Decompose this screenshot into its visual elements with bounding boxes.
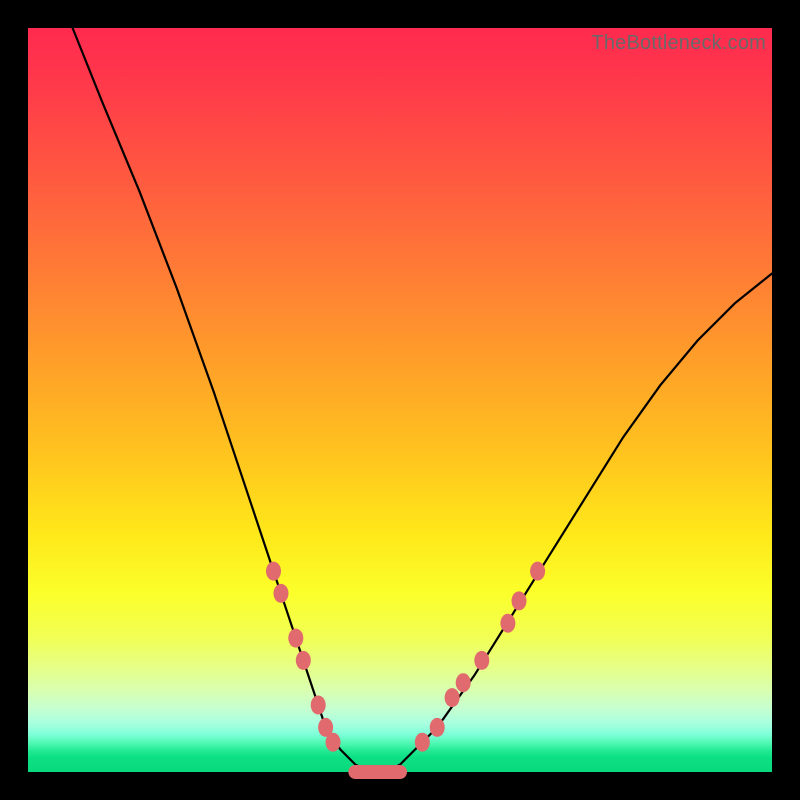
curve-marker [326,733,341,752]
bottleneck-curve [73,28,772,772]
curve-marker [500,614,515,633]
curve-marker [296,651,311,670]
markers-left [266,562,341,752]
curve-marker [266,562,281,581]
curve-marker [430,718,445,737]
curve-marker [415,733,430,752]
curve-layer [28,28,772,772]
curve-marker [512,591,527,610]
curve-marker [474,651,489,670]
curve-marker [530,562,545,581]
plot-area: TheBottleneck.com [28,28,772,772]
curve-marker [274,584,289,603]
chart-frame: TheBottleneck.com [0,0,800,800]
curve-marker [456,673,471,692]
curve-marker [311,696,326,715]
markers-right [415,562,545,752]
curve-marker [445,688,460,707]
curve-marker [288,629,303,648]
